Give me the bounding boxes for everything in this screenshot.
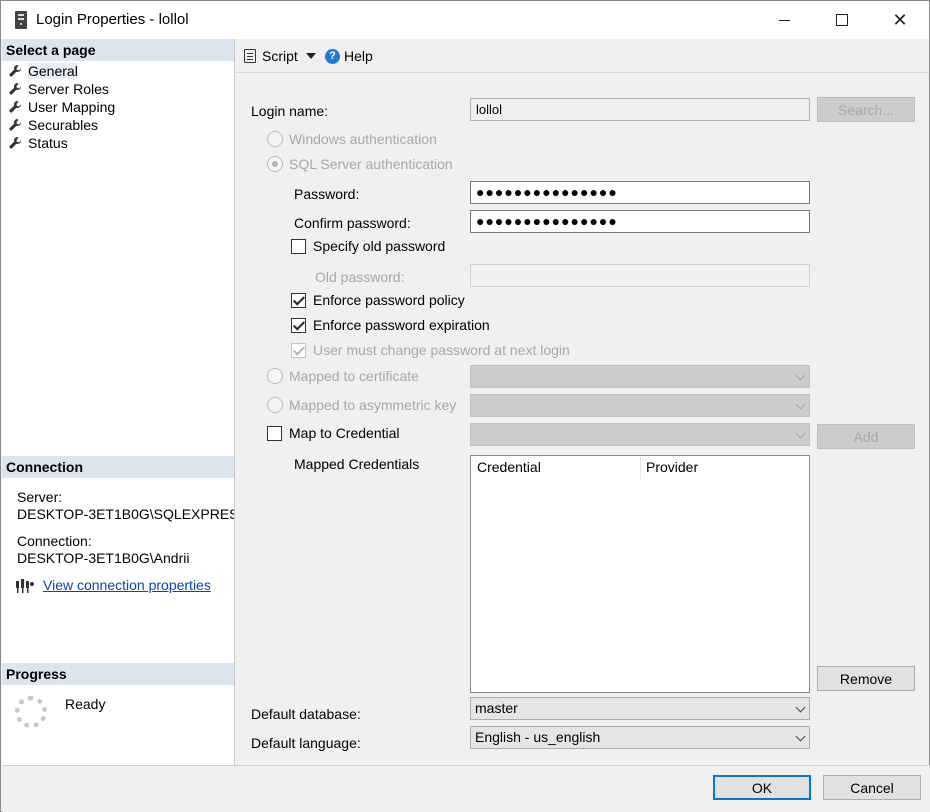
default-database-select[interactable]: master: [470, 697, 810, 720]
page-item-label: General: [28, 63, 78, 79]
page-item-general[interactable]: General: [8, 62, 78, 80]
cancel-button[interactable]: Cancel: [823, 775, 921, 800]
grid-column-credential[interactable]: Credential: [477, 459, 541, 475]
old-password-label: Old password:: [315, 269, 405, 285]
progress-status: Ready: [65, 696, 106, 712]
minimize-button[interactable]: [755, 1, 813, 39]
mapped-certificate-label: Mapped to certificate: [289, 368, 419, 384]
chevron-down-icon[interactable]: [305, 53, 316, 59]
page-item-status[interactable]: Status: [8, 134, 68, 152]
mapped-asym-key-radio[interactable]: [267, 397, 283, 413]
sql-auth-label: SQL Server authentication: [289, 156, 453, 172]
connection-value: DESKTOP-3ET1B0G\Andrii: [17, 550, 190, 566]
old-password-field[interactable]: [470, 264, 810, 287]
server-value: DESKTOP-3ET1B0G\SQLEXPRES: [17, 506, 234, 522]
wrench-icon: [8, 118, 22, 132]
confirm-password-field[interactable]: ●●●●●●●●●●●●●●●: [470, 210, 810, 233]
default-language-select[interactable]: English - us_english: [470, 726, 810, 749]
mapped-credentials-label: Mapped Credentials: [294, 456, 420, 472]
search-button[interactable]: Search...: [817, 97, 915, 122]
close-button[interactable]: ✕: [871, 1, 929, 39]
wrench-icon: [8, 136, 22, 150]
help-button[interactable]: ? Help: [325, 48, 373, 64]
connection-properties-icon: [15, 578, 35, 594]
confirm-password-label: Confirm password:: [294, 215, 411, 231]
add-button[interactable]: Add: [817, 424, 915, 449]
page-item-server-roles[interactable]: Server Roles: [8, 80, 109, 98]
enforce-policy-label: Enforce password policy: [313, 292, 465, 308]
page-item-label: User Mapping: [28, 99, 116, 115]
specify-old-password-checkbox[interactable]: [291, 239, 306, 254]
chevron-down-icon: [795, 702, 806, 713]
page-item-label: Status: [28, 135, 68, 151]
chevron-down-icon: [795, 370, 806, 381]
mapped-certificate-radio[interactable]: [267, 368, 283, 384]
server-label: Server:: [17, 489, 63, 505]
credential-select[interactable]: [470, 423, 810, 446]
mapped-asym-key-label: Mapped to asymmetric key: [289, 397, 457, 413]
wrench-icon: [8, 82, 22, 96]
map-credential-checkbox[interactable]: [267, 426, 282, 441]
close-icon: ✕: [892, 9, 908, 30]
password-field[interactable]: ●●●●●●●●●●●●●●●: [470, 181, 810, 204]
toolbar: Script ? Help: [236, 39, 929, 73]
progress-header: Progress: [2, 663, 234, 685]
connection-header: Connection: [2, 456, 234, 478]
default-language-label: Default language:: [251, 735, 361, 751]
default-language-value: English - us_english: [475, 729, 601, 745]
specify-old-password-label: Specify old password: [313, 238, 446, 254]
sql-auth-radio[interactable]: [267, 156, 283, 172]
page-item-label: Securables: [28, 117, 99, 133]
grid-column-divider[interactable]: [640, 457, 641, 479]
help-icon: ?: [325, 48, 340, 64]
certificate-select[interactable]: [470, 365, 810, 388]
grid-column-provider[interactable]: Provider: [646, 459, 698, 475]
title-bar[interactable]: Login Properties - lollol ✕: [1, 1, 929, 39]
server-app-icon: [15, 11, 27, 29]
remove-button[interactable]: Remove: [817, 666, 915, 691]
connection-label: Connection:: [17, 533, 92, 549]
progress-spinner-icon: [15, 696, 47, 728]
minimize-icon: [778, 19, 790, 21]
page-item-label: Server Roles: [28, 81, 109, 97]
login-name-label: Login name:: [251, 103, 329, 119]
login-name-field[interactable]: lollol: [470, 98, 810, 121]
must-change-label: User must change password at next login: [313, 342, 570, 358]
mapped-credentials-grid[interactable]: Credential Provider: [470, 455, 810, 693]
map-credential-label: Map to Credential: [289, 425, 400, 441]
select-page-header: Select a page: [2, 39, 234, 61]
window-title: Login Properties - lollol: [36, 11, 189, 28]
ok-button[interactable]: OK: [713, 775, 811, 800]
wrench-icon: [8, 100, 22, 114]
must-change-checkbox[interactable]: [291, 343, 306, 358]
password-label: Password:: [294, 186, 360, 202]
default-database-label: Default database:: [251, 706, 361, 722]
chevron-down-icon: [795, 399, 806, 410]
wrench-icon: [8, 64, 22, 78]
page-item-user-mapping[interactable]: User Mapping: [8, 98, 115, 116]
enforce-expiration-label: Enforce password expiration: [313, 317, 490, 333]
asym-key-select[interactable]: [470, 394, 810, 417]
chevron-down-icon: [795, 428, 806, 439]
maximize-icon: [836, 14, 848, 26]
windows-auth-label: Windows authentication: [289, 131, 437, 147]
default-database-value: master: [475, 700, 518, 716]
script-button[interactable]: Script: [244, 48, 316, 64]
enforce-expiration-checkbox[interactable]: [291, 318, 306, 333]
windows-auth-radio[interactable]: [267, 131, 283, 147]
script-icon: [244, 49, 256, 63]
script-label: Script: [262, 48, 298, 64]
enforce-policy-checkbox[interactable]: [291, 293, 306, 308]
page-item-securables[interactable]: Securables: [8, 116, 98, 134]
chevron-down-icon: [795, 731, 806, 742]
view-connection-properties-link[interactable]: View connection properties: [43, 577, 211, 593]
login-properties-window: Login Properties - lollol ✕ Select a pag…: [0, 0, 930, 812]
help-label: Help: [344, 48, 373, 64]
left-pane: Select a page General Server Roles User …: [2, 39, 235, 765]
maximize-button[interactable]: [813, 1, 871, 39]
